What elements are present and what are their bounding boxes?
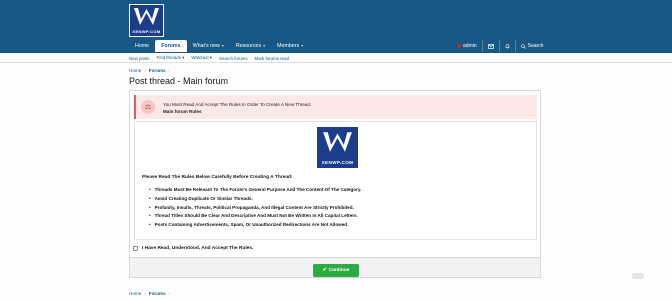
nav-tab-members[interactable]: Members ▾ xyxy=(271,40,309,52)
nav-tab-whats-new[interactable]: What's new ▾ xyxy=(187,40,230,52)
rules-list: Threads Must Be Relevant To The Forum's … xyxy=(149,186,362,230)
style-toggle[interactable] xyxy=(632,273,644,279)
notice-message: You Must Read And Accept The Rules In Or… xyxy=(163,102,312,107)
rule-text: Posts Containing Advertisements, Spam, O… xyxy=(154,222,349,228)
continue-label: Continue xyxy=(328,268,350,273)
check-icon: ✔ xyxy=(322,268,327,273)
breadcrumb-home[interactable]: Home xyxy=(129,291,141,296)
continue-button[interactable]: ✔ Continue xyxy=(313,264,359,277)
subnav-new-posts[interactable]: New posts xyxy=(129,56,150,61)
breadcrumb-home[interactable]: Home xyxy=(129,68,141,73)
rules-notice: ⚖ You Must Read And Accept The Rules In … xyxy=(134,95,537,119)
nav-tab-forums[interactable]: Forums xyxy=(155,40,187,52)
logo-w-mark xyxy=(323,132,352,152)
page-title: Post thread - Main forum xyxy=(129,76,229,86)
bell-icon xyxy=(505,43,509,48)
inbox-button[interactable] xyxy=(481,40,499,52)
rule-item: Profanity, Insults, Threats, Political P… xyxy=(149,204,361,213)
alerts-button[interactable] xyxy=(498,40,515,52)
search-button[interactable]: Search xyxy=(514,40,549,52)
rule-text: Thread Titles Should Be Clear And Descri… xyxy=(154,213,358,219)
rule-text: Avoid Creating Duplicate Or Similar Thre… xyxy=(154,195,253,201)
avatar xyxy=(457,44,461,48)
logo-w-mark xyxy=(134,8,159,25)
nav-tab-label: Members xyxy=(277,43,300,49)
subnav-watched[interactable]: Watched ▾ xyxy=(191,55,212,61)
username: admin xyxy=(463,43,477,49)
site-header: XENWP.COM Home Forums What's new ▾ Resour… xyxy=(0,0,672,53)
rules-logo: XENWP.COM xyxy=(317,127,358,168)
form-footer: ✔ Continue xyxy=(129,258,541,278)
accept-rules-checkbox[interactable]: I Have Read, Understood, And Accept The … xyxy=(133,246,253,251)
nav-tab-home[interactable]: Home xyxy=(129,40,155,52)
search-icon xyxy=(520,43,526,49)
main-nav: Home Forums What's new ▾ Resources ▾ Membe… xyxy=(129,40,309,52)
nav-tab-label: Home xyxy=(135,43,150,49)
subnav-search-forums[interactable]: Search forums xyxy=(219,56,248,61)
chevron-down-icon[interactable]: ▾ xyxy=(263,40,265,52)
breadcrumb-separator: › xyxy=(144,67,146,73)
site-logo[interactable]: XENWP.COM xyxy=(129,4,164,37)
nav-tab-label: Forums xyxy=(161,43,181,49)
sub-nav: New posts Find threads ▾ Watched ▾ Searc… xyxy=(0,53,672,63)
gavel-icon: ⚖ xyxy=(141,100,155,114)
subnav-find-threads[interactable]: Find threads ▾ xyxy=(157,55,185,61)
notice-rules-title: Main forum Rules xyxy=(163,109,202,114)
rule-item: Thread Titles Should Be Clear And Descri… xyxy=(149,212,361,221)
breadcrumb-forums[interactable]: Forums xyxy=(149,291,166,296)
chevron-down-icon[interactable]: ▾ xyxy=(210,55,212,60)
breadcrumb-forums[interactable]: Forums xyxy=(149,68,166,73)
subnav-label: Watched xyxy=(191,55,209,60)
breadcrumb-separator: › xyxy=(168,290,171,296)
breadcrumb-separator: › xyxy=(144,290,146,296)
nav-tab-label: What's new xyxy=(192,43,220,49)
checkbox-box[interactable] xyxy=(133,246,138,251)
nav-tab-resources[interactable]: Resources ▾ xyxy=(230,40,271,52)
logo-text: XENWP.COM xyxy=(321,160,354,165)
rules-panel: XENWP.COM Please Read The Rules Below Ca… xyxy=(134,121,537,240)
chevron-down-icon[interactable]: ▾ xyxy=(182,55,184,60)
breadcrumb: Home › Forums › xyxy=(129,66,170,74)
search-label: Search xyxy=(527,43,544,49)
accept-rules-label: I Have Read, Understood, And Accept The … xyxy=(142,246,254,251)
account-button[interactable]: admin xyxy=(452,40,482,52)
rule-item: Posts Containing Advertisements, Spam, O… xyxy=(149,221,361,230)
subnav-label: Find threads xyxy=(156,55,181,60)
nav-tab-label: Resources xyxy=(235,43,262,49)
subnav-mark-forums-read[interactable]: Mark forums read xyxy=(255,56,289,61)
envelope-icon xyxy=(487,43,494,49)
post-thread-block: ⚖ You Must Read And Accept The Rules In … xyxy=(129,90,541,258)
rule-item: Threads Must Be Relevant To The Forum's … xyxy=(149,186,362,195)
rule-item: Avoid Creating Duplicate Or Similar Thre… xyxy=(149,195,361,204)
user-area: admin Search xyxy=(452,40,548,52)
rule-text: Profanity, Insults, Threats, Political P… xyxy=(154,204,354,210)
breadcrumb-separator: › xyxy=(168,67,171,73)
rule-text: Threads Must Be Relevant To The Forum's … xyxy=(154,187,362,192)
logo-text: XENWP.COM xyxy=(132,29,161,34)
rules-intro: Please Read The Rules Below Carefully Be… xyxy=(142,175,293,180)
chevron-down-icon[interactable]: ▾ xyxy=(301,40,303,52)
breadcrumb-bottom: Home › Forums › xyxy=(129,289,170,297)
chevron-down-icon[interactable]: ▾ xyxy=(222,40,224,52)
